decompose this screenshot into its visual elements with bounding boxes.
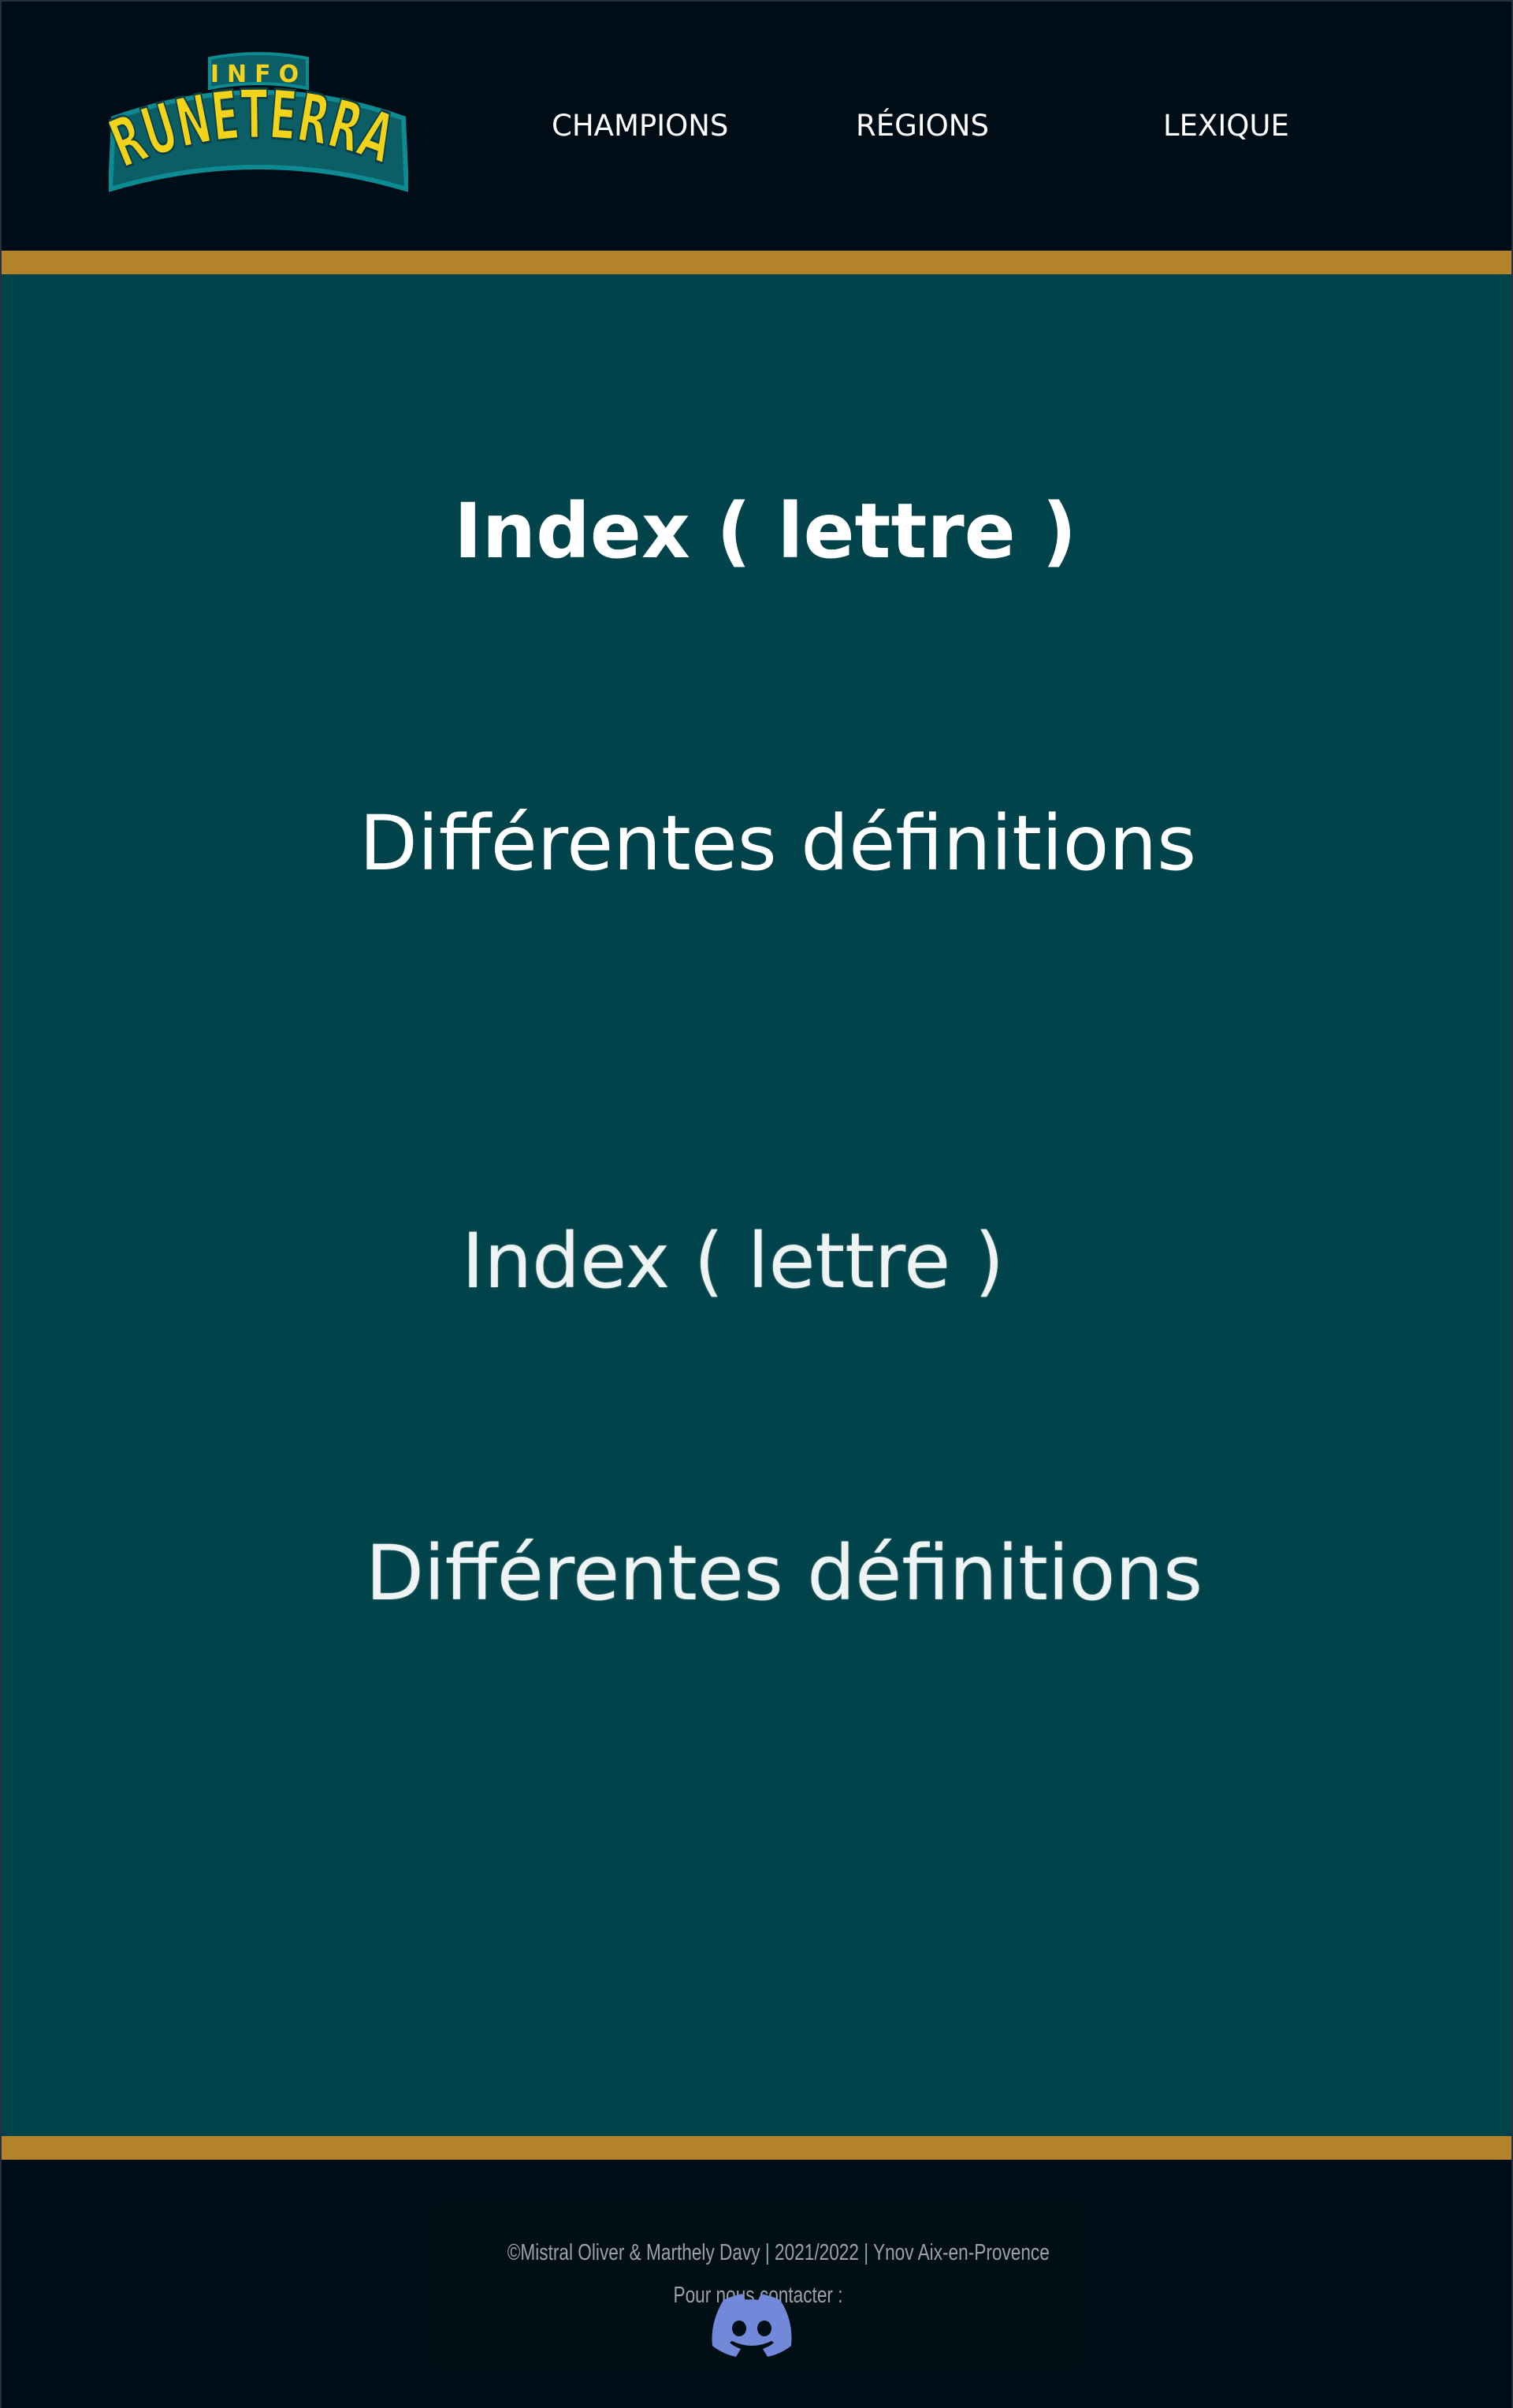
site-logo[interactable]: INFO RUNETERRA <box>99 50 410 208</box>
nav-champions-link[interactable]: CHAMPIONS <box>552 109 728 143</box>
nav-regions-link[interactable]: RÉGIONS <box>856 109 989 143</box>
entry-definitions: Différentes définitions <box>366 1529 1203 1617</box>
site-header: INFO RUNETERRA CHAMPIONS RÉGIONS LEXIQUE <box>2 2 1511 251</box>
runeterra-logo-icon: INFO RUNETERRA <box>99 52 410 193</box>
page: INFO RUNETERRA CHAMPIONS RÉGIONS LEXIQUE… <box>0 0 1513 2408</box>
header-divider <box>2 251 1511 274</box>
entry-definitions: Différentes définitions <box>359 799 1197 888</box>
footer-divider <box>2 2136 1511 2160</box>
nav-lexique-link[interactable]: LEXIQUE <box>1163 109 1289 143</box>
discord-icon[interactable] <box>711 2294 793 2357</box>
site-footer: ©Mistral Oliver & Marthely Davy | 2021/2… <box>2 2160 1511 2408</box>
footer-copyright: ©Mistral Oliver & Marthely Davy | 2021/2… <box>507 2240 1050 2265</box>
lexicon-content: Index ( lettre ) Différentes définitions… <box>2 274 1511 2136</box>
entry-index-heading: Index ( lettre ) <box>454 487 1077 575</box>
entry-index-heading: Index ( lettre ) <box>462 1217 1005 1305</box>
